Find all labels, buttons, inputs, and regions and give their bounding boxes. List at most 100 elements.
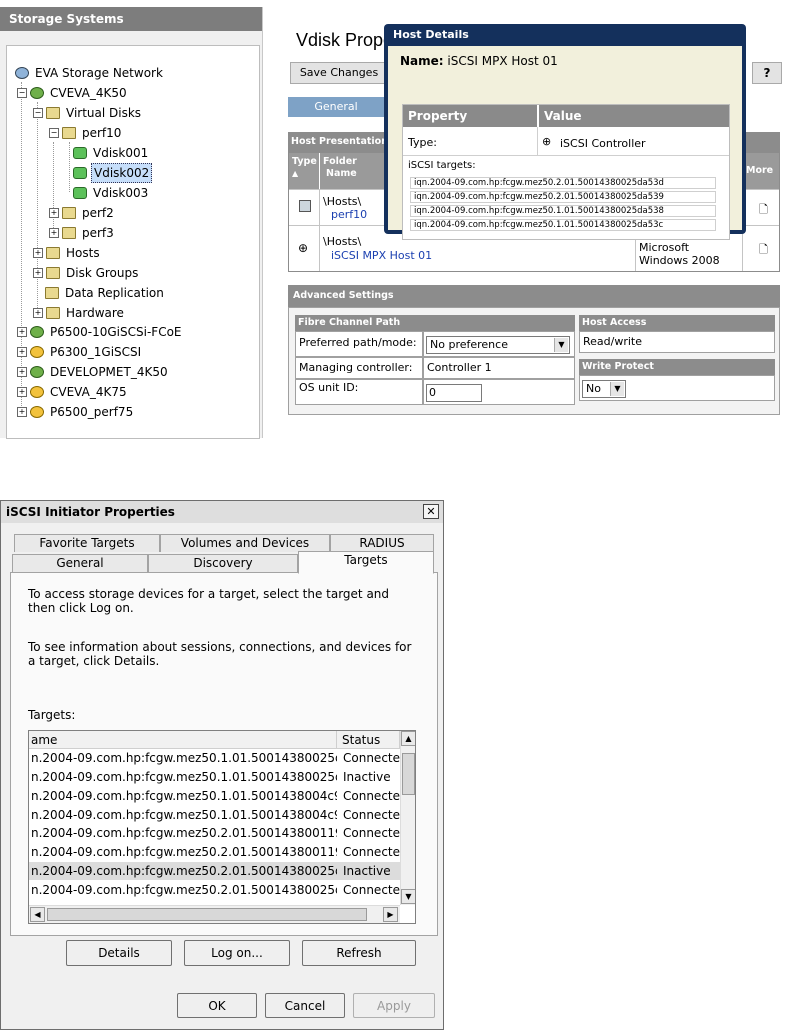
tree-node-hardware[interactable]: + Hardware: [33, 304, 126, 322]
tree-node-p6500-perf75[interactable]: + P6500_perf75: [17, 403, 135, 421]
targets-list[interactable]: ame Status n.2004-09.com.hp:fcgw.mez50.1…: [28, 730, 416, 924]
scroll-down-icon[interactable]: ▼: [401, 889, 415, 904]
storage-system-icon: [30, 87, 44, 99]
target-status: Connected: [343, 845, 408, 859]
close-icon[interactable]: ✕: [423, 504, 439, 519]
column-header-more[interactable]: More: [743, 153, 779, 189]
refresh-button[interactable]: Refresh: [302, 940, 416, 966]
iscsi-target: iqn.2004-09.com.hp:fcgw.mez50.2.01.50014…: [410, 177, 716, 189]
iscsi-targets-label: iSCSI targets:: [408, 160, 476, 171]
tab-radius[interactable]: RADIUS: [330, 534, 434, 552]
tree-node-label: Hardware: [66, 306, 124, 320]
column-header-name[interactable]: ame: [29, 731, 337, 749]
details-page-icon[interactable]: 🗋: [759, 201, 768, 220]
expand-icon[interactable]: +: [49, 228, 59, 238]
expand-icon[interactable]: +: [49, 208, 59, 218]
write-protect-cell: No ▼: [579, 375, 775, 401]
tree-node-perf2[interactable]: + perf2: [49, 204, 116, 222]
write-protect-select[interactable]: No ▼: [582, 380, 626, 398]
expand-icon[interactable]: +: [17, 367, 27, 377]
tree-node-cveva-4k50[interactable]: − CVEVA_4K50: [17, 84, 129, 102]
tree-node-label: Vdisk003: [93, 186, 149, 200]
help-button[interactable]: ?: [752, 62, 782, 84]
folder-icon: [46, 307, 60, 319]
tab-general[interactable]: General: [288, 97, 384, 117]
page-title: Vdisk Prope: [296, 30, 394, 50]
save-changes-button[interactable]: Save Changes: [290, 62, 388, 84]
tree-node-vdisk002[interactable]: Vdisk002: [73, 163, 153, 183]
scroll-right-icon[interactable]: ▶: [383, 907, 398, 922]
column-header-type[interactable]: Type ▲: [289, 153, 319, 189]
preferred-path-cell: No preference ▼: [423, 331, 575, 357]
tree-node-label: Vdisk002: [91, 163, 153, 183]
list-item-selected[interactable]: n.2004-09.com.hp:fcgw.mez50.2.01.5001438…: [29, 862, 401, 880]
log-on-button[interactable]: Log on...: [184, 940, 290, 966]
expand-icon[interactable]: +: [33, 248, 43, 258]
tree-node-disk-groups[interactable]: + Disk Groups: [33, 264, 140, 282]
scroll-left-icon[interactable]: ◀: [30, 907, 45, 922]
expand-icon[interactable]: +: [33, 308, 43, 318]
details-page-icon[interactable]: 🗋: [759, 241, 768, 260]
tab-discovery[interactable]: Discovery: [148, 554, 298, 572]
horizontal-scrollbar[interactable]: ◀ ▶: [29, 905, 400, 923]
os-unit-id-label: OS unit ID:: [295, 379, 423, 405]
chevron-down-icon: ▼: [554, 338, 568, 352]
collapse-icon[interactable]: −: [17, 88, 27, 98]
tree-node-virtual-disks[interactable]: − Virtual Disks: [33, 104, 143, 122]
host-icon: [299, 200, 311, 212]
expand-icon[interactable]: +: [17, 327, 27, 337]
managing-controller-value: Controller 1: [423, 357, 575, 379]
os-unit-id-input[interactable]: 0: [426, 384, 482, 402]
tree-node-p6500-10giscsi-fcoe[interactable]: + P6500-10GiSCSi-FCoE: [17, 323, 184, 341]
list-item[interactable]: n.2004-09.com.hp:fcgw.mez50.1.01.5001438…: [29, 806, 408, 824]
column-header-folder-name[interactable]: Folder Name: [320, 153, 386, 189]
preferred-path-select[interactable]: No preference ▼: [426, 336, 570, 354]
tree-node-p6300-1giscsi[interactable]: + P6300_1GiSCSI: [17, 343, 143, 361]
list-item[interactable]: n.2004-09.com.hp:fcgw.mez50.2.01.5001438…: [29, 881, 408, 899]
expand-icon[interactable]: +: [17, 347, 27, 357]
list-item[interactable]: n.2004-09.com.hp:fcgw.mez50.1.01.5001438…: [29, 768, 401, 786]
tree-node-perf3[interactable]: + perf3: [49, 224, 116, 242]
os-unit-id-cell: 0: [423, 379, 575, 405]
scroll-thumb[interactable]: [47, 908, 367, 921]
ok-button[interactable]: OK: [177, 993, 257, 1018]
iscsi-target: iqn.2004-09.com.hp:fcgw.mez50.1.01.50014…: [410, 219, 716, 231]
expand-icon[interactable]: +: [17, 407, 27, 417]
tab-targets[interactable]: Targets: [298, 551, 434, 574]
scroll-up-icon[interactable]: ▲: [401, 731, 415, 746]
list-item[interactable]: n.2004-09.com.hp:fcgw.mez50.2.01.5001438…: [29, 824, 408, 842]
collapse-icon[interactable]: −: [49, 128, 59, 138]
apply-button[interactable]: Apply: [353, 993, 435, 1018]
scroll-thumb[interactable]: [402, 753, 415, 795]
tree-node-cveva-4k75[interactable]: + CVEVA_4K75: [17, 383, 129, 401]
vertical-scrollbar[interactable]: ▲ ▼: [400, 731, 415, 905]
tree-node-data-replication[interactable]: Data Replication: [45, 284, 166, 302]
column-header-status[interactable]: Status: [337, 731, 400, 749]
preferred-path-label: Preferred path/mode:: [295, 331, 423, 357]
tree-node-perf10[interactable]: − perf10: [49, 124, 123, 142]
tree-node-vdisk003[interactable]: Vdisk003: [73, 184, 150, 202]
tab-favorite-targets[interactable]: Favorite Targets: [14, 534, 160, 552]
list-item[interactable]: n.2004-09.com.hp:fcgw.mez50.1.01.5001438…: [29, 787, 408, 805]
list-item[interactable]: n.2004-09.com.hp:fcgw.mez50.2.01.5001438…: [29, 843, 408, 861]
write-protect-header: Write Protect: [579, 359, 775, 375]
tree-node-vdisk001[interactable]: Vdisk001: [73, 144, 150, 162]
host-link-iscsi-mpx-host-01[interactable]: iSCSI MPX Host 01: [331, 249, 432, 262]
expand-icon[interactable]: +: [17, 387, 27, 397]
tab-volumes-and-devices[interactable]: Volumes and Devices: [160, 534, 330, 552]
list-item[interactable]: n.2004-09.com.hp:fcgw.mez50.1.01.5001438…: [29, 749, 408, 767]
tree-node-eva-storage-network[interactable]: EVA Storage Network: [15, 64, 165, 82]
expand-icon[interactable]: +: [33, 268, 43, 278]
panel-title: Storage Systems: [0, 7, 262, 31]
folder-icon: [45, 287, 59, 299]
host-link-perf10[interactable]: perf10: [331, 208, 367, 221]
tree-node-developmet-4k50[interactable]: + DEVELOPMET_4K50: [17, 363, 170, 381]
details-button[interactable]: Details: [66, 940, 172, 966]
tab-general[interactable]: General: [12, 554, 148, 572]
collapse-icon[interactable]: −: [33, 108, 43, 118]
tree-node-hosts[interactable]: + Hosts: [33, 244, 102, 262]
target-status: Connected: [343, 826, 408, 840]
advanced-settings-header: Advanced Settings: [288, 285, 780, 307]
managing-controller-label: Managing controller:: [295, 357, 423, 379]
cancel-button[interactable]: Cancel: [265, 993, 345, 1018]
